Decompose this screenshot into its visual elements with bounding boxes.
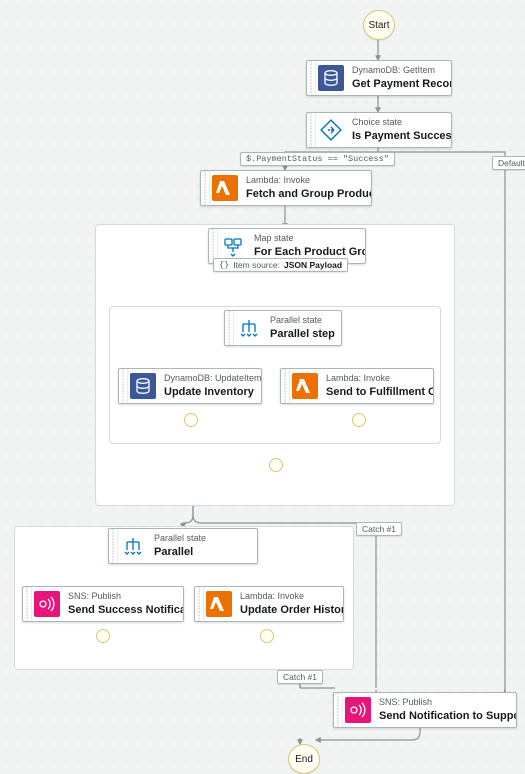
node-get-payment-record[interactable]: DynamoDB: GetItem Get Payment Record — [306, 60, 452, 96]
branch-end — [260, 629, 274, 643]
choice-icon — [316, 113, 346, 147]
label-catch-1a[interactable]: Catch #1 — [356, 522, 402, 536]
node-title: Send to Fulfillment Center — [326, 385, 434, 399]
drag-grip[interactable] — [201, 171, 210, 205]
end-terminal[interactable]: End — [288, 744, 320, 774]
node-subtitle: Lambda: Invoke — [246, 175, 372, 187]
braces-icon: {} — [219, 260, 229, 270]
node-fetch-group-products[interactable]: Lambda: Invoke Fetch and Group Products — [200, 170, 372, 206]
node-is-payment-success[interactable]: Choice state Is Payment Success? — [306, 112, 452, 148]
node-send-support[interactable]: SNS: Publish Send Notification to Suppor… — [333, 692, 517, 728]
node-update-inventory[interactable]: DynamoDB: UpdateItem Update Inventory — [118, 368, 262, 404]
sns-icon — [32, 587, 62, 621]
sns-icon — [343, 693, 373, 727]
node-subtitle: Lambda: Invoke — [240, 591, 344, 603]
drag-grip[interactable] — [334, 693, 343, 727]
map-item-source[interactable]: {} Item source: JSON Payload — [213, 258, 348, 272]
node-subtitle: Lambda: Invoke — [326, 373, 434, 385]
drag-grip[interactable] — [281, 369, 290, 403]
node-title: Parallel step — [270, 327, 335, 341]
node-title: Send Notification to Support Team — [379, 709, 517, 723]
node-title: Parallel — [154, 545, 206, 559]
node-title: Get Payment Record — [352, 77, 452, 91]
lambda-icon — [210, 171, 240, 205]
parallel-icon — [234, 311, 264, 345]
branch-end — [352, 413, 366, 427]
drag-grip[interactable] — [195, 587, 204, 621]
drag-grip[interactable] — [119, 369, 128, 403]
drag-grip[interactable] — [307, 61, 316, 95]
branch-end — [96, 629, 110, 643]
node-parallel-step[interactable]: Parallel state Parallel step — [224, 310, 342, 346]
rule-default[interactable]: Default — [492, 156, 525, 170]
node-subtitle: Parallel state — [270, 315, 335, 327]
drag-grip[interactable] — [307, 113, 316, 147]
node-title: For Each Product Group — [254, 245, 366, 259]
node-title: Update Inventory — [164, 385, 262, 399]
node-subtitle: DynamoDB: GetItem — [352, 65, 452, 77]
node-subtitle: Map state — [254, 233, 366, 245]
node-title: Fetch and Group Products — [246, 187, 372, 201]
dynamodb-icon — [316, 61, 346, 95]
node-subtitle: Choice state — [352, 117, 452, 129]
node-subtitle: SNS: Publish — [68, 591, 184, 603]
group-end — [269, 458, 283, 472]
node-title: Update Order History — [240, 603, 344, 617]
label-catch-1b[interactable]: Catch #1 — [277, 670, 323, 684]
dynamodb-icon — [128, 369, 158, 403]
drag-grip[interactable] — [109, 529, 118, 563]
node-subtitle: DynamoDB: UpdateItem — [164, 373, 262, 385]
end-label: End — [295, 754, 313, 765]
lambda-icon — [204, 587, 234, 621]
drag-grip[interactable] — [225, 311, 234, 345]
node-parallel2[interactable]: Parallel state Parallel — [108, 528, 258, 564]
drag-grip[interactable] — [23, 587, 32, 621]
node-update-order-history[interactable]: Lambda: Invoke Update Order History — [194, 586, 344, 622]
start-terminal[interactable]: Start — [363, 10, 395, 40]
node-subtitle: SNS: Publish — [379, 697, 517, 709]
branch-end — [184, 413, 198, 427]
node-title: Is Payment Success? — [352, 129, 452, 143]
parallel-icon — [118, 529, 148, 563]
node-title: Send Success Notification — [68, 603, 184, 617]
lambda-icon — [290, 369, 320, 403]
rule-payment-success[interactable]: $.PaymentStatus == "Success" — [240, 152, 395, 166]
node-subtitle: Parallel state — [154, 533, 206, 545]
node-send-fulfillment[interactable]: Lambda: Invoke Send to Fulfillment Cente… — [280, 368, 434, 404]
start-label: Start — [368, 20, 389, 31]
node-send-success[interactable]: SNS: Publish Send Success Notification — [22, 586, 184, 622]
